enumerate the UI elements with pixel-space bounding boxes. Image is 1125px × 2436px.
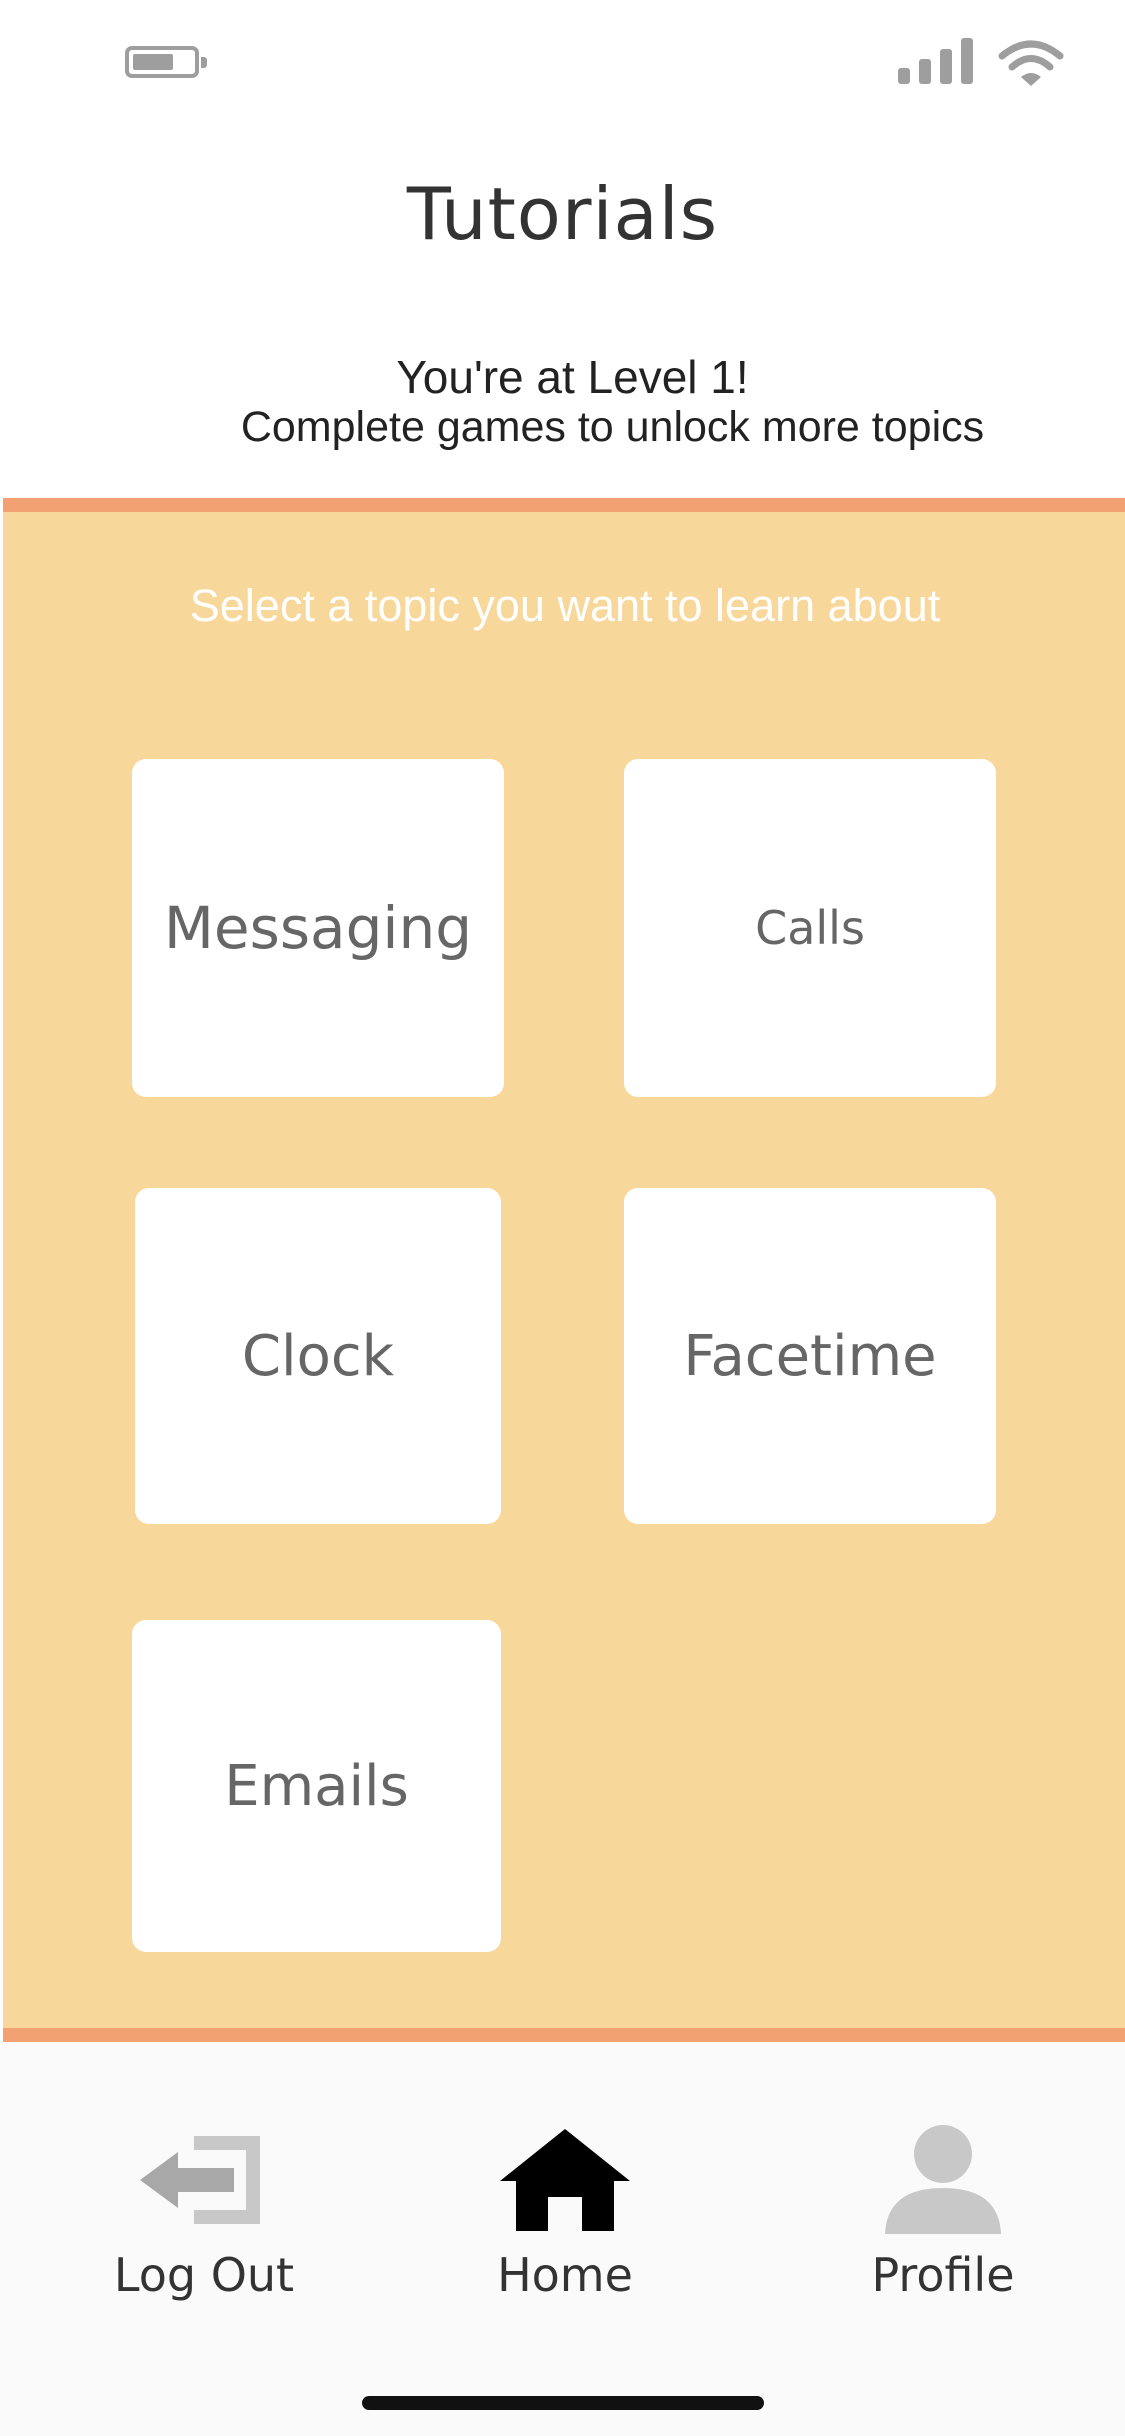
wifi-icon (998, 40, 1064, 86)
battery-icon (125, 46, 207, 78)
unlock-message: Complete games to unlock more topics (240, 403, 985, 451)
logout-icon (140, 2136, 260, 2224)
topic-label: Emails (224, 1753, 409, 1819)
topic-label: Clock (241, 1323, 395, 1389)
nav-label-logout: Log Out (113, 2248, 295, 2302)
topic-label: Messaging (163, 894, 473, 962)
nav-home[interactable]: Home (435, 2118, 695, 2308)
person-icon (885, 2125, 1001, 2234)
nav-label-home: Home (497, 2248, 633, 2302)
level-message: You're at Level 1! (396, 351, 749, 403)
topic-tile-clock[interactable]: Clock (135, 1188, 501, 1524)
nav-profile[interactable]: Profile (813, 2118, 1073, 2308)
signal-icon (898, 38, 973, 84)
topic-label: Facetime (683, 1323, 937, 1389)
topic-tile-messaging[interactable]: Messaging (132, 759, 504, 1097)
topic-tile-emails[interactable]: Emails (132, 1620, 501, 1952)
nav-label-profile: Profile (871, 2248, 1015, 2302)
topic-tile-calls[interactable]: Calls (624, 759, 996, 1097)
nav-logout[interactable]: Log Out (74, 2118, 334, 2308)
page-title: Tutorials (406, 172, 719, 256)
topic-label: Calls (755, 901, 865, 955)
topic-tile-facetime[interactable]: Facetime (624, 1188, 996, 1524)
home-icon (500, 2129, 630, 2231)
topic-prompt: Select a topic you want to learn about (189, 580, 941, 631)
home-indicator[interactable] (362, 2396, 764, 2410)
